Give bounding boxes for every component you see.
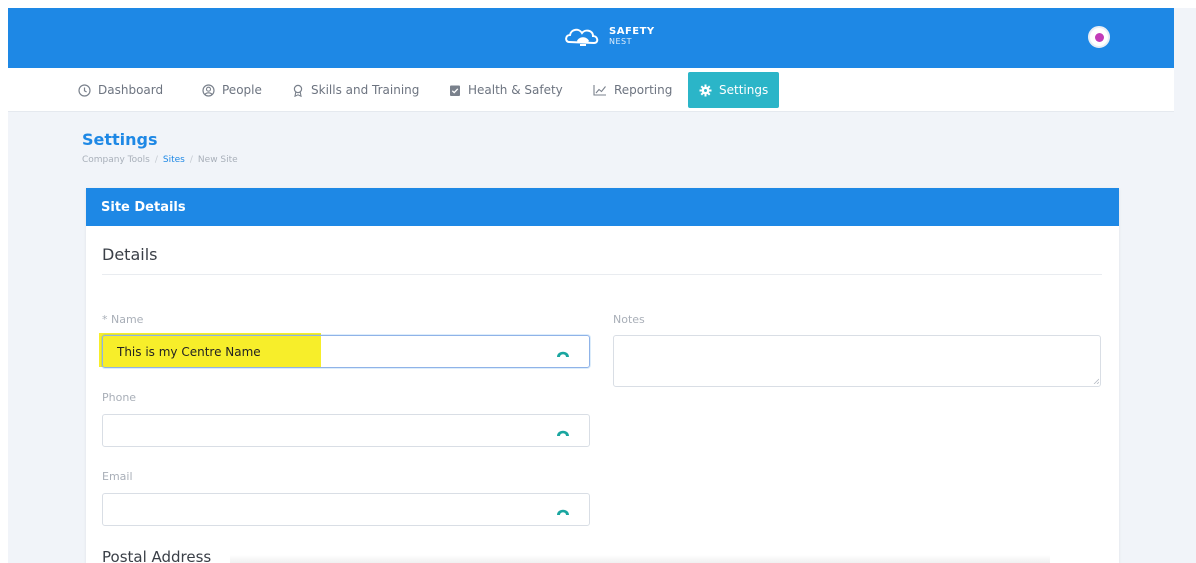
nav-item-dashboard[interactable]: Dashboard (78, 68, 163, 112)
password-manager-icon[interactable] (556, 504, 570, 516)
window-left-edge (0, 0, 8, 563)
name-label: * Name (102, 313, 144, 326)
page-title: Settings (82, 130, 158, 149)
nav-item-skills-training[interactable]: Skills and Training (292, 68, 419, 112)
window-top-edge (0, 0, 1196, 8)
chart-line-icon (593, 85, 606, 96)
breadcrumb-separator: / (189, 155, 193, 165)
nav-label-people: People (222, 83, 262, 97)
nav-label-reporting: Reporting (614, 83, 673, 97)
main-nav: Dashboard People Skills and Training Hea… (8, 68, 1174, 112)
nav-item-health-safety[interactable]: Health & Safety (449, 68, 563, 112)
safety-nest-logo[interactable]: SAFETY NEST (563, 24, 655, 50)
breadcrumb-separator: / (154, 155, 158, 165)
award-icon (293, 84, 303, 97)
nav-label-skills-training: Skills and Training (311, 83, 420, 97)
nav-item-people[interactable]: People (202, 68, 262, 112)
nav-item-settings[interactable]: Settings (688, 72, 780, 108)
clock-icon (78, 83, 91, 97)
phone-label: Phone (102, 391, 137, 404)
breadcrumb: Company Tools / Sites / New Site (82, 155, 238, 165)
name-input[interactable] (102, 335, 590, 368)
breadcrumb-new-site: New Site (197, 155, 238, 165)
avatar-image (1094, 32, 1104, 42)
logo-brand-sub: NEST (609, 37, 633, 46)
email-label: Email (102, 470, 133, 483)
nest-logo-icon (565, 28, 599, 46)
scroll-shadow (230, 555, 1050, 563)
top-bar: SAFETY NEST (8, 8, 1174, 68)
email-input[interactable] (102, 493, 590, 526)
nav-label-health-safety: Health & Safety (468, 83, 563, 97)
nav-item-reporting[interactable]: Reporting (593, 68, 672, 112)
user-icon (202, 83, 215, 97)
notes-textarea[interactable] (613, 335, 1101, 387)
nav-label-settings: Settings (719, 83, 769, 97)
user-avatar[interactable] (1088, 26, 1110, 48)
nav-label-dashboard: Dashboard (98, 83, 164, 97)
postal-address-section-title: Postal Address (102, 548, 212, 563)
card-header: Site Details (86, 188, 1119, 226)
details-section-title: Details (102, 245, 158, 264)
gear-icon (699, 84, 712, 96)
breadcrumb-sites[interactable]: Sites (163, 155, 185, 165)
resize-handle-icon[interactable] (1093, 378, 1099, 384)
breadcrumb-company-tools[interactable]: Company Tools (82, 155, 150, 165)
password-manager-icon[interactable] (556, 346, 570, 358)
site-details-card: Site Details Details * Name Phone Email … (86, 188, 1119, 563)
password-manager-icon[interactable] (556, 425, 570, 437)
section-divider (102, 274, 1102, 275)
notes-label: Notes (613, 313, 645, 326)
logo-text: SAFETY NEST (609, 27, 655, 47)
phone-input[interactable] (102, 414, 590, 447)
clipboard-icon (450, 85, 460, 96)
logo-brand-name: SAFETY (609, 26, 655, 37)
